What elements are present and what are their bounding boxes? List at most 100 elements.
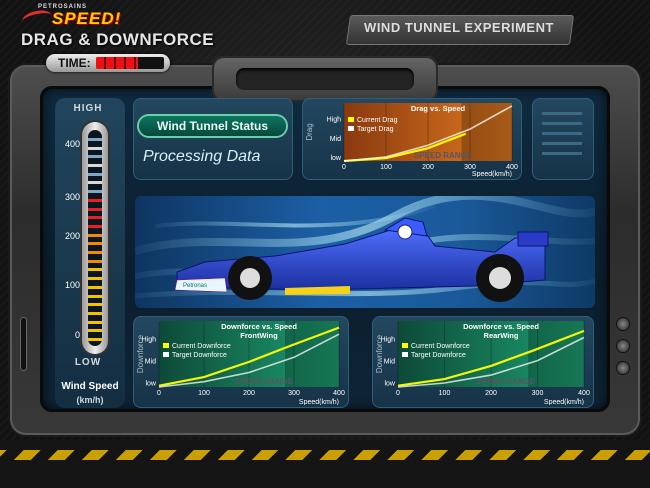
brand-logo: SPEED! [52, 9, 122, 28]
gauge-tick [88, 172, 102, 176]
x-tick-label: 200 [485, 390, 497, 397]
console-knob[interactable] [617, 318, 629, 330]
legend-label: Current Downforce [411, 343, 470, 350]
chart-title: Downforce vs. Speed [221, 322, 297, 331]
gauge-tick [88, 285, 102, 289]
x-tick-label: 300 [532, 390, 544, 397]
gauge-tick [88, 181, 102, 185]
gauge-tick [88, 138, 102, 141]
hazard-stripe [0, 440, 650, 488]
panel-line [542, 132, 582, 135]
timer-label: TIME: [58, 56, 91, 70]
status-text: Processing Data [143, 148, 261, 165]
experiment-title: WIND TUNNEL EXPERIMENT [364, 20, 554, 35]
panel-line [542, 112, 582, 115]
gauge-tick [88, 259, 102, 263]
page-title: DRAG & DOWNFORCE [21, 30, 215, 49]
x-tick-label: 200 [422, 164, 434, 171]
gauge-scale-label: 400 [64, 139, 80, 149]
gauge-tick [88, 155, 102, 159]
x-axis-label: Speed(km/h) [472, 171, 512, 177]
legend-label: Target Downforce [172, 352, 227, 359]
wind-tunnel-status-badge: Wind Tunnel Status [139, 116, 286, 136]
panel-line [542, 122, 582, 125]
y-tick-label: low [145, 381, 156, 388]
y-tick-label: Mid [384, 359, 395, 366]
x-tick-label: 0 [342, 164, 346, 171]
gauge-tick [88, 311, 102, 315]
gauge-tick [88, 164, 102, 168]
x-tick-label: 200 [243, 390, 255, 397]
legend-swatch [402, 343, 408, 348]
gauge-inner [88, 130, 102, 346]
wind-speed-title: Wind Speed [61, 381, 119, 392]
race-car-illustration: Petronas [135, 196, 595, 302]
gauge-high-label: HIGH [73, 103, 103, 114]
legend-label: Target Drag [357, 126, 394, 133]
chart-title: Drag vs. Speed [411, 104, 466, 113]
x-tick-label: 100 [198, 390, 210, 397]
panel-line [542, 142, 582, 145]
speed-range-label: SPEED RANGE [235, 377, 294, 386]
gauge-tick [88, 190, 102, 194]
driver-helmet [397, 224, 413, 240]
legend-label: Target Downforce [411, 352, 466, 359]
speed-range-label: SPEED RANGE [477, 377, 536, 386]
x-axis-label: Speed(km/h) [544, 399, 584, 405]
y-tick-label: Mid [330, 136, 341, 143]
chart-subtitle: RearWing [484, 331, 519, 340]
y-tick-label: Mid [145, 359, 156, 366]
y-axis-label: Drag [306, 123, 314, 140]
legend-swatch [163, 343, 169, 348]
gauge-tick [88, 233, 102, 237]
console-handle [212, 56, 438, 102]
x-tick-label: 0 [396, 390, 400, 397]
gauge-scale-label: 100 [64, 280, 80, 290]
gauge-tick [88, 207, 102, 211]
chart-title: Downforce vs. Speed [463, 322, 539, 331]
gauge-tick [88, 216, 102, 220]
y-axis-label: Downforce [376, 334, 384, 373]
x-tick-label: 100 [439, 390, 451, 397]
gauge-tick [88, 198, 102, 202]
x-tick-label: 300 [288, 390, 300, 397]
decorative-panel [532, 98, 594, 180]
panel-line [542, 152, 582, 155]
car-sponsor-text: Petronas [183, 283, 207, 289]
chart-subtitle: FrontWing [240, 331, 278, 340]
front-wheel-rim [240, 268, 260, 288]
console-knob[interactable] [617, 362, 629, 374]
rear-wing [517, 231, 549, 247]
gauge-tick [88, 251, 102, 255]
gauge-tick [88, 146, 102, 150]
y-tick-label: low [384, 381, 395, 388]
legend-swatch [402, 352, 408, 357]
timer-bar [96, 57, 164, 69]
y-axis-label: Downforce [137, 334, 145, 373]
airflow-line [154, 204, 436, 228]
gauge-low-label: LOW [74, 357, 102, 368]
gauge-scale-label: 300 [64, 192, 80, 202]
gauge-tick [88, 320, 102, 324]
legend-label: Current Downforce [172, 343, 231, 350]
gauge-tick [88, 338, 102, 341]
gauge-tick [88, 242, 102, 246]
legend-label: Current Drag [357, 117, 398, 124]
side-slot [21, 318, 26, 370]
console-knob[interactable] [617, 340, 629, 352]
legend-swatch [163, 352, 169, 357]
legend-swatch [348, 126, 354, 131]
handle-slot [236, 68, 414, 90]
gauge-tick [88, 294, 102, 298]
drag-vs-speed-chart: 0 100 200 300 400 low Mid High Drag Speed(km/h) SP… [306, 103, 518, 177]
speed-range-label: SPEED RANGE [414, 151, 473, 160]
frontwing-downforce-chart: 0 100 200 300 400lowMidHighDownforceSpeed(km… [137, 321, 345, 405]
timer: TIME: [46, 54, 170, 72]
gauge-tick [88, 329, 102, 333]
wind-tunnel-view: Petronas [135, 196, 595, 308]
x-tick-label: 400 [506, 164, 518, 171]
x-tick-label: 100 [380, 164, 392, 171]
rearwing-downforce-chart: 0 100 200 300 400lowMidHighDownforceSpeed(km… [376, 321, 590, 405]
gauge-tick [88, 277, 102, 281]
y-tick-label: High [327, 116, 342, 123]
